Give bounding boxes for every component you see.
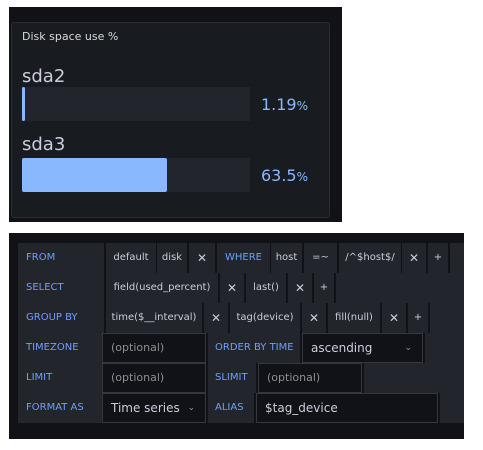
remove-tag-group-icon[interactable]: ✕ bbox=[302, 303, 326, 333]
gauge-value-sda3: 63.5% bbox=[260, 166, 308, 185]
disk-space-panel-container: Disk space use % sda2 1.19% sda3 63.5% bbox=[9, 7, 342, 222]
measurement-segment[interactable]: disk bbox=[157, 243, 187, 273]
row-filler bbox=[450, 243, 464, 273]
order-by-time-select[interactable]: ascending ⌄ bbox=[302, 333, 423, 363]
influx-query-editor: FROM default disk ✕ WHERE host =~ /^$hos… bbox=[9, 233, 464, 439]
gauge-label-sda2: sda2 bbox=[22, 66, 66, 87]
tag-operator-segment[interactable]: =~ bbox=[304, 243, 337, 273]
limit-label: LIMIT bbox=[18, 363, 104, 393]
remove-time-icon[interactable]: ✕ bbox=[204, 303, 228, 333]
add-select-button[interactable]: + bbox=[314, 273, 334, 303]
retention-policy-segment[interactable]: default bbox=[106, 243, 156, 273]
row-filler bbox=[440, 393, 464, 423]
chevron-down-icon: ⌄ bbox=[187, 403, 195, 413]
timezone-label: TIMEZONE bbox=[18, 333, 104, 363]
remove-measurement-icon[interactable]: ✕ bbox=[189, 243, 215, 273]
row-filler bbox=[425, 333, 464, 363]
gauge-bar-sda2 bbox=[22, 87, 25, 121]
from-label: FROM bbox=[18, 243, 104, 273]
group-time-segment[interactable]: time($__interval) bbox=[106, 303, 202, 333]
remove-selector-icon[interactable]: ✕ bbox=[288, 273, 312, 303]
gauge-value-sda2: 1.19% bbox=[260, 95, 308, 114]
alias-label: ALIAS bbox=[208, 393, 254, 423]
fill-segment[interactable]: fill(null) bbox=[328, 303, 380, 333]
slimit-input[interactable]: (optional) bbox=[258, 363, 362, 393]
format-as-select[interactable]: Time series ⌄ bbox=[102, 393, 206, 423]
disk-space-panel: Disk space use % sda2 1.19% sda3 63.5% bbox=[11, 22, 330, 218]
selector-segment[interactable]: last() bbox=[246, 273, 286, 303]
add-group-by-button[interactable]: + bbox=[408, 303, 428, 333]
row-filler bbox=[364, 363, 464, 393]
gauge-label-sda3: sda3 bbox=[22, 134, 66, 155]
group-by-label: GROUP BY bbox=[18, 303, 104, 333]
tag-value-segment[interactable]: /^$host$/ bbox=[339, 243, 401, 273]
order-by-time-label: ORDER BY TIME bbox=[208, 333, 300, 363]
limit-input[interactable]: (optional) bbox=[102, 363, 206, 393]
gauge-track-sda3 bbox=[22, 158, 250, 192]
field-segment[interactable]: field(used_percent) bbox=[106, 273, 218, 303]
row-filler bbox=[430, 303, 464, 333]
tag-key-segment[interactable]: host bbox=[271, 243, 302, 273]
remove-field-icon[interactable]: ✕ bbox=[220, 273, 244, 303]
timezone-input[interactable]: (optional) bbox=[102, 333, 206, 363]
chevron-down-icon: ⌄ bbox=[404, 343, 412, 353]
gauge-bar-sda3 bbox=[22, 158, 167, 192]
remove-fill-icon[interactable]: ✕ bbox=[382, 303, 406, 333]
format-as-label: FORMAT AS bbox=[18, 393, 104, 423]
add-where-button[interactable]: + bbox=[428, 243, 448, 273]
group-tag-segment[interactable]: tag(device) bbox=[230, 303, 300, 333]
slimit-label: SLIMIT bbox=[208, 363, 256, 393]
alias-input[interactable]: $tag_device bbox=[256, 393, 438, 423]
panel-title: Disk space use % bbox=[22, 30, 119, 43]
where-label: WHERE bbox=[217, 243, 270, 273]
gauge-track-sda2 bbox=[22, 87, 250, 121]
remove-tag-icon[interactable]: ✕ bbox=[402, 243, 426, 273]
select-label: SELECT bbox=[18, 273, 104, 303]
row-filler bbox=[336, 273, 464, 303]
